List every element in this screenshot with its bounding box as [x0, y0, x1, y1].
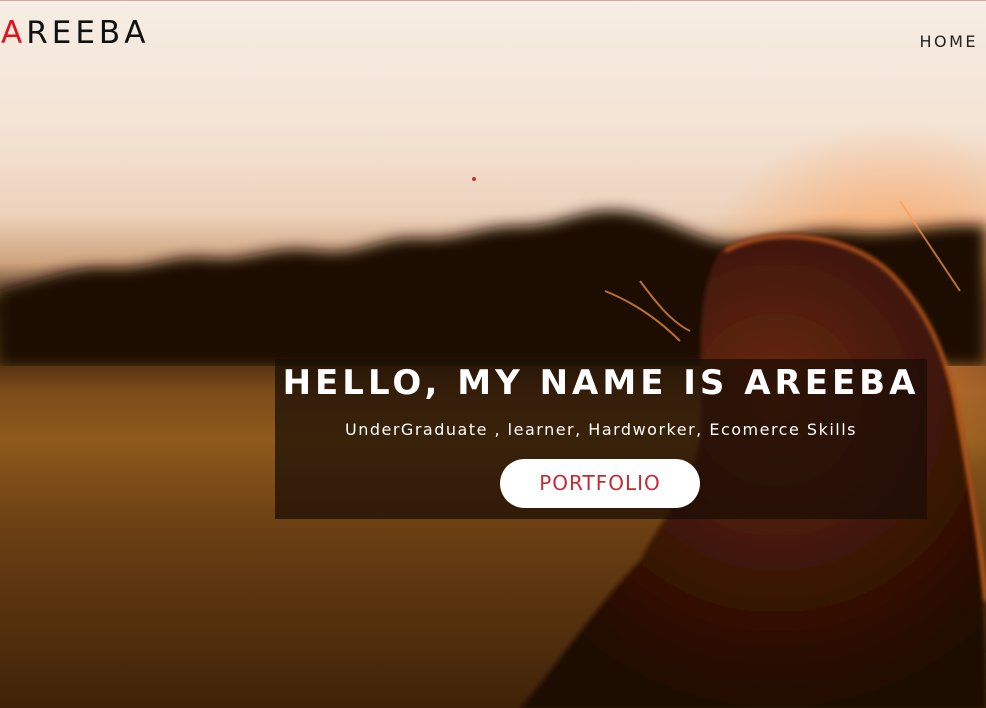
decorative-dot — [472, 177, 476, 181]
site-header: AREEBA HOME — [0, 1, 986, 71]
nav-home-link[interactable]: HOME — [919, 32, 978, 51]
logo-first-letter: A — [1, 15, 27, 51]
hero-title: HELLO, MY NAME IS AREEBA — [282, 363, 920, 403]
page: AREEBA HOME HELLO, MY NAME IS AREEBA Und… — [0, 0, 986, 708]
hero-overlay: HELLO, MY NAME IS AREEBA UnderGraduate ,… — [275, 359, 927, 519]
logo-rest: REEBA — [26, 15, 150, 51]
site-logo[interactable]: AREEBA — [1, 15, 149, 51]
portfolio-button[interactable]: PORTFOLIO — [500, 459, 700, 508]
hero-subtitle: UnderGraduate , learner, Hardworker, Eco… — [344, 420, 857, 439]
person-silhouette — [520, 200, 986, 708]
